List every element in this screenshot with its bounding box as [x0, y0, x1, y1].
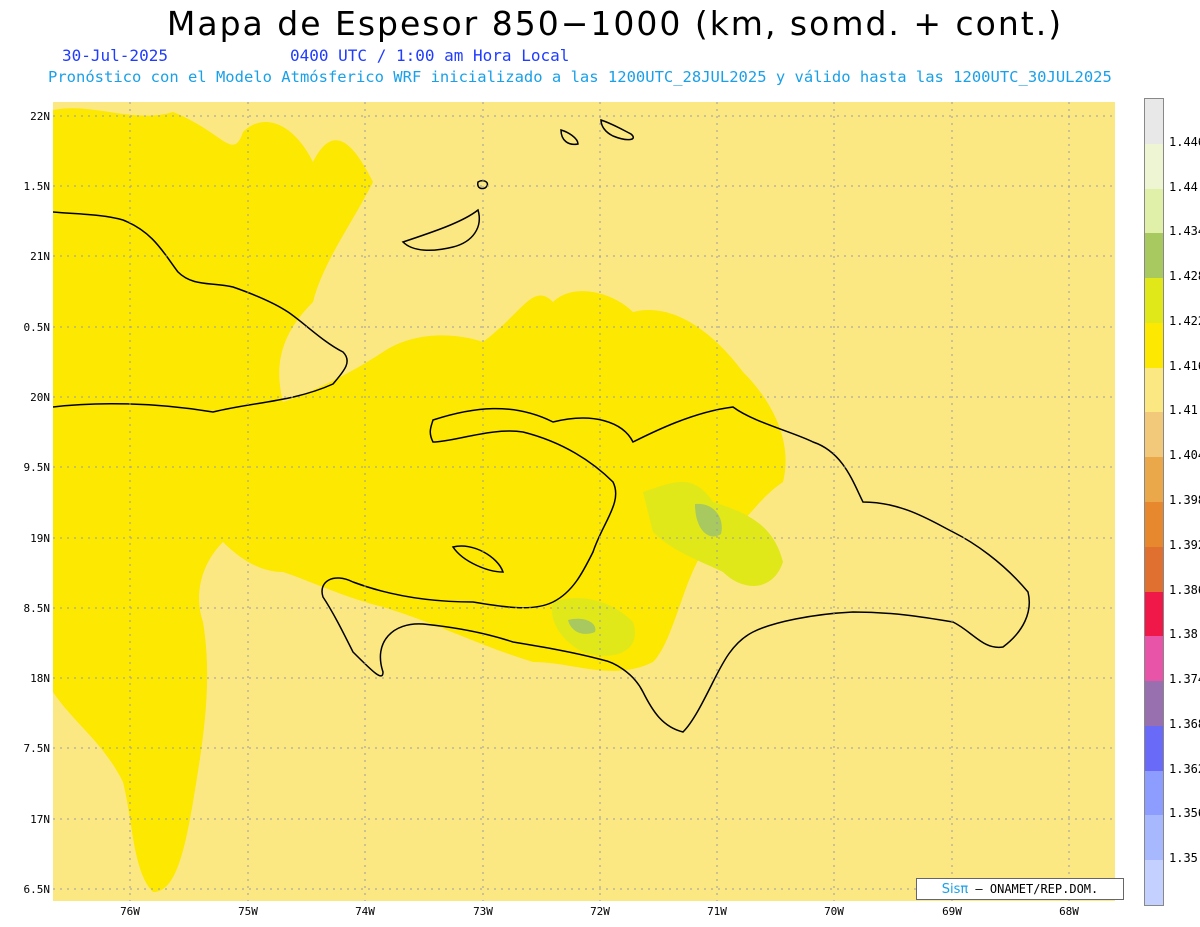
colorbar-label: 1.356 — [1169, 806, 1200, 821]
colorbar-label: 1.44 — [1169, 179, 1198, 194]
forecast-info: Pronóstico con el Modelo Atmósferico WRF… — [48, 68, 1112, 86]
colorbar-segment — [1145, 636, 1163, 682]
colorbar-label: 1.35 — [1169, 851, 1198, 866]
lon-label: 72W — [590, 905, 610, 918]
colorbar-segment — [1145, 860, 1163, 906]
lat-label: 0.5N — [23, 321, 51, 334]
credit-box: Sisπ – ONAMET/REP.DOM. — [916, 878, 1124, 900]
lat-label: 7.5N — [23, 742, 51, 755]
colorbar-segment — [1145, 367, 1163, 413]
colorbar-label: 1.416 — [1169, 358, 1200, 373]
map-title: Mapa de Espesor 850−1000 (km, somd. + co… — [166, 4, 1064, 43]
lat-label: 8.5N — [23, 602, 51, 615]
colorbar-label: 1.422 — [1169, 313, 1200, 328]
colorbar-label: 1.392 — [1169, 537, 1200, 552]
lat-label: 9.5N — [23, 461, 51, 474]
colorbar-label: 1.374 — [1169, 672, 1200, 687]
lon-label: 70W — [824, 905, 844, 918]
forecast-time: 0400 UTC / 1:00 am Hora Local — [290, 46, 570, 65]
credit-brand: Sisπ — [941, 882, 969, 897]
lat-label: 22N — [30, 110, 50, 123]
lon-label: 73W — [473, 905, 493, 918]
lat-label: 20N — [30, 391, 50, 404]
colorbar-label: 1.446 — [1169, 134, 1200, 149]
lat-label: 6.5N — [23, 883, 51, 896]
lon-label: 69W — [942, 905, 962, 918]
colorbar-label: 1.404 — [1169, 448, 1200, 463]
colorbar-segment — [1145, 457, 1163, 503]
colorbar — [1144, 98, 1164, 906]
colorbar-label: 1.41 — [1169, 403, 1198, 418]
lat-label: 19N — [30, 532, 50, 545]
lat-label: 21N — [30, 250, 50, 263]
colorbar-segment — [1145, 546, 1163, 593]
colorbar-segment — [1145, 725, 1163, 772]
lon-label: 68W — [1059, 905, 1079, 918]
colorbar-label: 1.38 — [1169, 627, 1198, 642]
colorbar-label: 1.434 — [1169, 224, 1200, 239]
lon-label: 76W — [120, 905, 140, 918]
colorbar-segment — [1145, 143, 1163, 190]
lat-label: 1.5N — [23, 180, 51, 193]
colorbar-segment — [1145, 815, 1163, 861]
colorbar-segment — [1145, 770, 1163, 816]
credit-text: – ONAMET/REP.DOM. — [968, 882, 1099, 896]
lon-label: 75W — [238, 905, 258, 918]
colorbar-segment — [1145, 99, 1163, 145]
colorbar-segment — [1145, 233, 1163, 279]
colorbar-segment — [1145, 591, 1163, 637]
colorbar-segment — [1145, 278, 1163, 324]
lon-label: 71W — [707, 905, 727, 918]
colorbar-segment — [1145, 502, 1163, 548]
colorbar-label: 1.386 — [1169, 582, 1200, 597]
colorbar-label: 1.398 — [1169, 493, 1200, 507]
colorbar-segment — [1145, 322, 1163, 369]
lon-label: 74W — [355, 905, 375, 918]
lat-label: 17N — [30, 813, 50, 826]
colorbar-segment — [1145, 188, 1163, 234]
colorbar-label: 1.368 — [1169, 716, 1200, 731]
colorbar-segment — [1145, 412, 1163, 458]
colorbar-segment — [1145, 681, 1163, 727]
colorbar-label: 1.362 — [1169, 761, 1200, 776]
forecast-date: 30-Jul-2025 — [62, 46, 168, 65]
colorbar-label: 1.428 — [1169, 269, 1200, 284]
thickness-map — [53, 102, 1115, 901]
lat-label: 18N — [30, 672, 50, 685]
